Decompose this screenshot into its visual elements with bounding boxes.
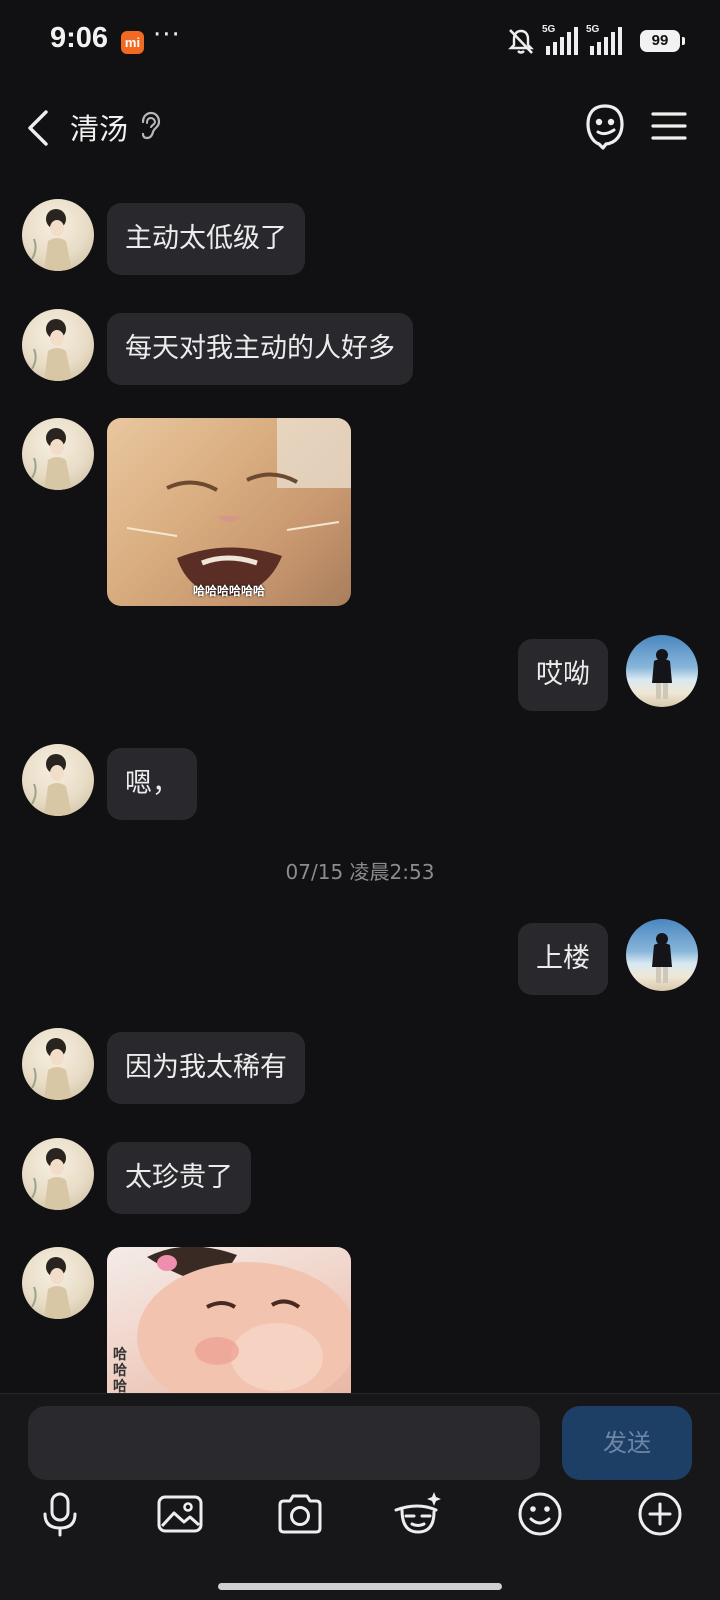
input-area: 发送 [0,1393,720,1600]
sticker-caption: 哈哈哈 [113,1347,127,1393]
message-bubble[interactable]: 每天对我主动的人好多 [107,313,413,385]
avatar[interactable] [22,1247,94,1319]
voice-button[interactable] [34,1488,86,1540]
avatar[interactable] [22,1028,94,1100]
ear-icon[interactable] [138,110,162,142]
bot-button[interactable] [584,102,626,150]
message-bubble[interactable]: 主动太低级了 [107,203,305,275]
avatar[interactable] [22,744,94,816]
emoji-button[interactable] [514,1488,566,1540]
gallery-button[interactable] [154,1488,206,1540]
back-arrow-icon [28,110,48,146]
microphone-icon [43,1492,77,1537]
cat-sticker-image[interactable]: 哈哈哈哈哈哈 [107,418,351,606]
message-bubble[interactable]: 上楼 [518,923,608,995]
image-icon [157,1495,203,1533]
avatar[interactable] [22,418,94,490]
signal-icon: 5G [586,24,624,56]
status-bar: 9:06 mi ··· 5G 5G 99 [0,0,720,84]
camera-button[interactable] [274,1488,326,1540]
avatar[interactable] [626,635,698,707]
bot-icon [586,104,624,150]
send-button[interactable]: 发送 [562,1406,692,1480]
avatar[interactable] [22,1138,94,1210]
emoji-icon [518,1492,562,1536]
mi-icon: mi [121,31,144,54]
more-notifications-icon: ··· [153,20,181,50]
signal-icon: 5G [542,24,580,56]
avatar[interactable] [626,919,698,991]
menu-button[interactable] [650,108,688,144]
child-sticker-image[interactable]: 哈哈哈 [107,1247,351,1393]
message-bubble[interactable]: 太珍贵了 [107,1142,251,1214]
timestamp: 07/15 凌晨2:53 [285,860,435,884]
camera-icon [278,1494,322,1534]
chat-header: 清汤 [0,84,720,174]
chat-title: 清汤 [70,112,129,146]
status-icons: 5G 5G 99 [506,24,685,56]
message-bubble[interactable]: 哎呦 [518,639,608,711]
avatar[interactable] [22,309,94,381]
sticker-caption: 哈哈哈哈哈哈 [192,584,265,598]
message-bubble[interactable]: 因为我太稀有 [107,1032,305,1104]
menu-icon [651,112,687,140]
message-input[interactable] [28,1406,540,1480]
home-indicator[interactable] [218,1583,502,1590]
more-button[interactable] [634,1488,686,1540]
sticker-icon [394,1492,441,1534]
message-bubble[interactable]: 嗯， [107,748,197,820]
plus-icon [638,1492,682,1536]
sticker-button[interactable] [392,1488,444,1540]
back-button[interactable] [22,104,62,152]
status-time: 9:06 [50,22,109,54]
bell-off-icon [508,29,534,54]
battery-icon: 99 [640,30,685,52]
avatar[interactable] [22,199,94,271]
